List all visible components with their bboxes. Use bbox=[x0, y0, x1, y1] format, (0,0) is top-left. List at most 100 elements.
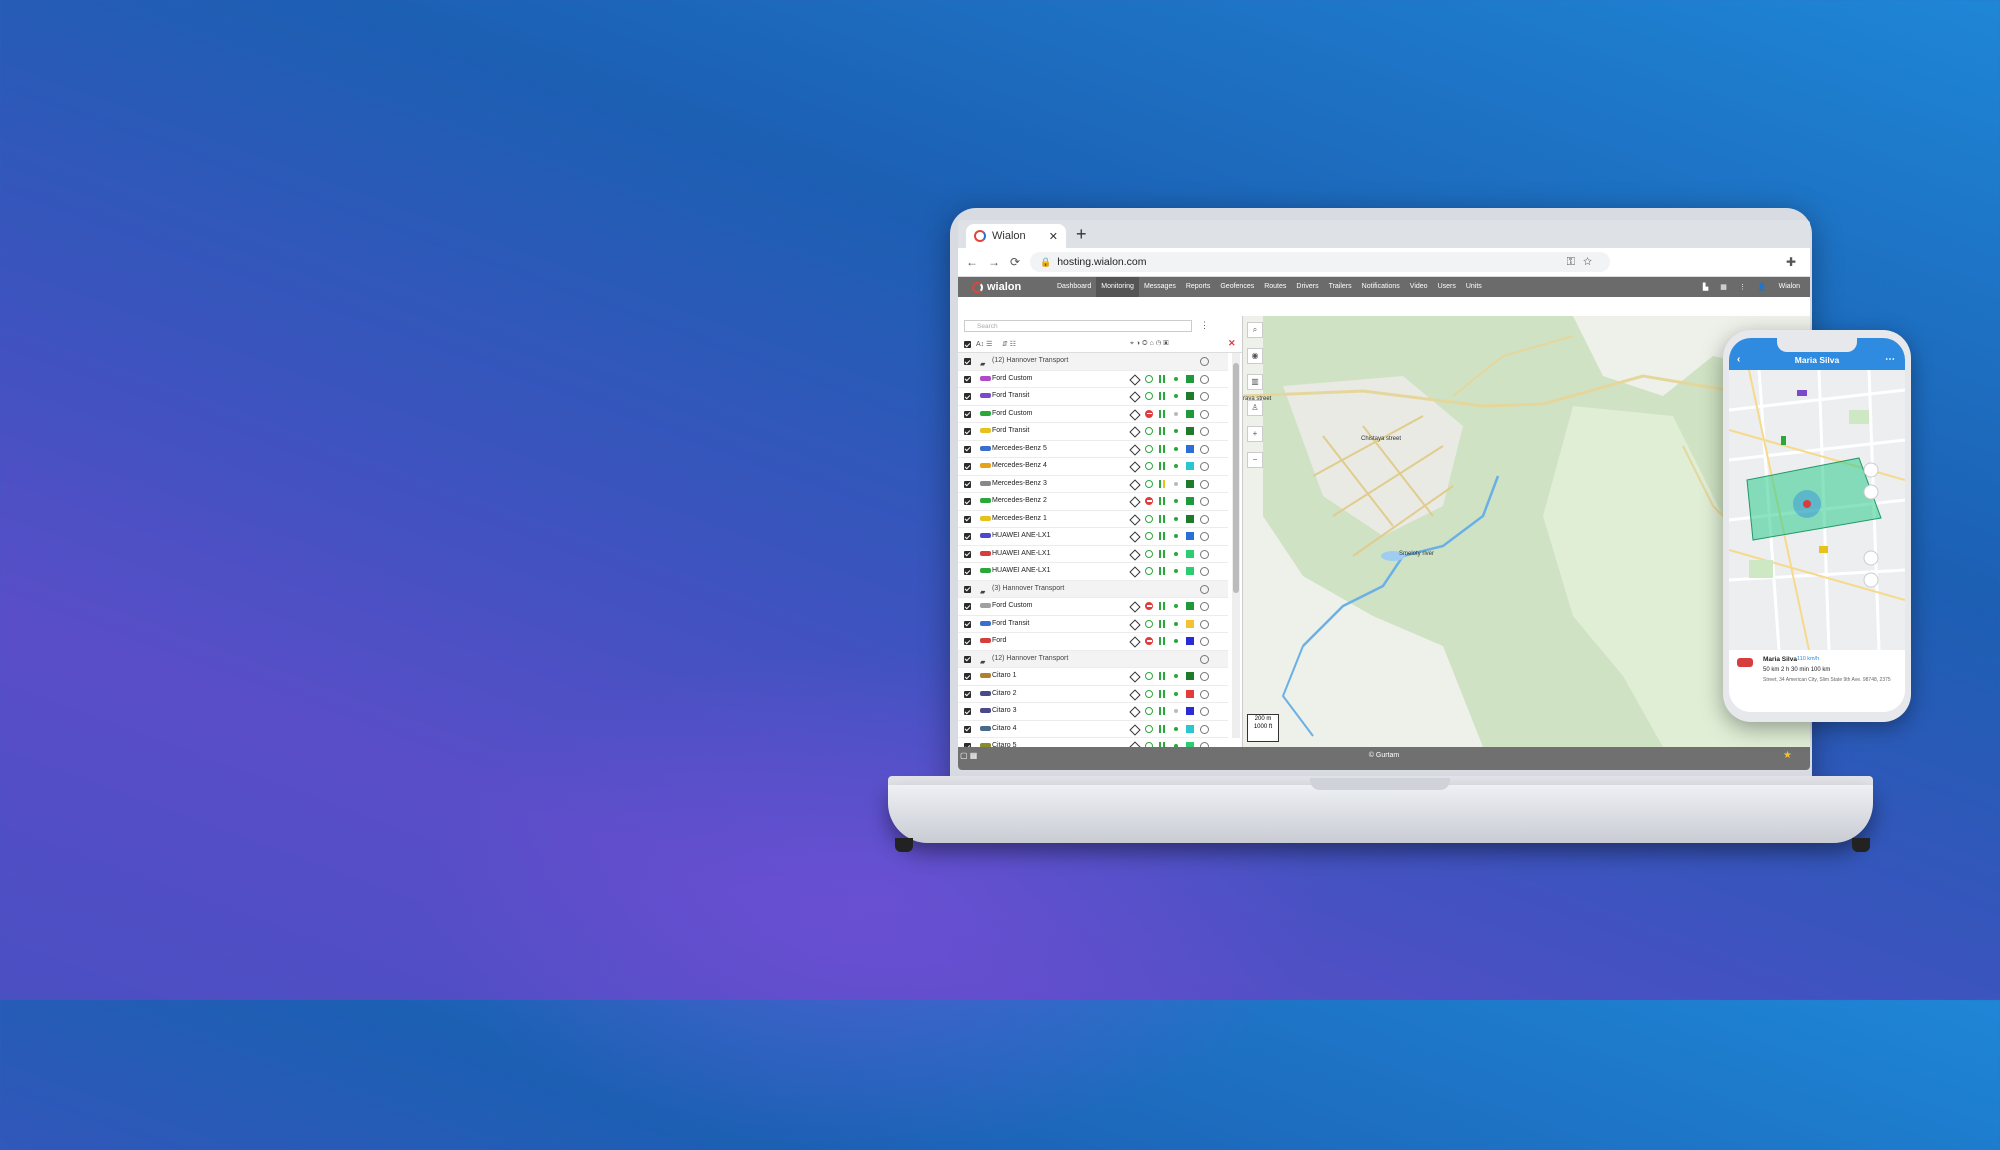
nav-buttons[interactable]: ←→⟳ bbox=[966, 255, 1030, 269]
row-checkbox[interactable] bbox=[964, 358, 971, 365]
commands-icon[interactable] bbox=[1200, 584, 1209, 594]
row-checkbox[interactable] bbox=[964, 725, 971, 733]
unit-row[interactable]: Mercedes-Benz 5 bbox=[958, 441, 1228, 458]
locate-icon[interactable] bbox=[1129, 496, 1141, 508]
extensions-icon[interactable]: ✚ bbox=[1786, 255, 1796, 269]
locate-icon[interactable] bbox=[1129, 636, 1141, 648]
unit-group-row[interactable]: ▰ (3) Hannover Transport bbox=[958, 580, 1228, 598]
locate-icon[interactable] bbox=[1129, 723, 1141, 736]
select-all-checkbox[interactable] bbox=[964, 341, 971, 348]
menu-item-units[interactable]: Units bbox=[1461, 277, 1487, 297]
commands-icon[interactable] bbox=[1200, 637, 1209, 646]
unit-row[interactable]: HUAWEI ANE-LX1 bbox=[958, 528, 1228, 546]
locate-icon[interactable] bbox=[1129, 548, 1141, 561]
menu-item-monitoring[interactable]: Monitoring bbox=[1096, 277, 1139, 297]
row-checkbox[interactable] bbox=[964, 463, 971, 470]
locate-icon[interactable] bbox=[1129, 426, 1141, 438]
commands-icon[interactable] bbox=[1200, 567, 1209, 576]
unit-row[interactable]: Ford Transit bbox=[958, 388, 1228, 406]
commands-icon[interactable] bbox=[1200, 724, 1209, 734]
unit-row[interactable]: HUAWEI ANE-LX1 bbox=[958, 546, 1228, 563]
commands-icon[interactable] bbox=[1200, 707, 1209, 716]
commands-icon[interactable] bbox=[1200, 392, 1209, 401]
locate-icon[interactable] bbox=[1129, 688, 1141, 701]
row-checkbox[interactable] bbox=[964, 603, 971, 610]
key-star-icons[interactable]: ⚿☆ bbox=[1567, 256, 1600, 269]
commands-icon[interactable] bbox=[1200, 672, 1209, 681]
unit-row[interactable]: Mercedes-Benz 3 bbox=[958, 476, 1228, 493]
search-icon[interactable]: ⌕ bbox=[1247, 322, 1263, 338]
row-checkbox[interactable] bbox=[964, 393, 971, 400]
eye-icon[interactable]: ◉ bbox=[1247, 348, 1263, 364]
expand-icon[interactable]: ⇵ ☷ bbox=[1002, 340, 1016, 348]
locate-icon[interactable] bbox=[1129, 461, 1141, 473]
unit-row[interactable]: Ford Custom bbox=[958, 598, 1228, 616]
commands-icon[interactable] bbox=[1200, 689, 1209, 699]
star-icon[interactable]: ★ bbox=[1783, 747, 1792, 764]
row-checkbox[interactable] bbox=[964, 550, 971, 558]
locate-icon[interactable] bbox=[1129, 408, 1141, 421]
commands-icon[interactable] bbox=[1200, 374, 1209, 384]
columns-icons[interactable]: ⌖ ◑ ◎ ⌂ ◷ ▣ bbox=[1130, 340, 1169, 348]
unit-group-row[interactable]: ▰ (12) Hannover Transport bbox=[958, 650, 1228, 668]
row-checkbox[interactable] bbox=[964, 375, 971, 383]
layers-icon[interactable]: ▥ bbox=[1247, 374, 1263, 390]
row-checkbox[interactable] bbox=[964, 568, 971, 575]
commands-icon[interactable] bbox=[1200, 654, 1209, 664]
menu-item-trailers[interactable]: Trailers bbox=[1324, 277, 1357, 297]
row-checkbox[interactable] bbox=[964, 428, 971, 435]
search-input[interactable]: Search bbox=[964, 320, 1192, 332]
unit-row[interactable]: Citaro 2 bbox=[958, 686, 1228, 703]
unit-row[interactable]: Ford Custom bbox=[958, 371, 1228, 388]
commands-icon[interactable] bbox=[1200, 532, 1209, 541]
unit-row[interactable]: Mercedes-Benz 2 bbox=[958, 493, 1228, 511]
row-checkbox[interactable] bbox=[964, 708, 971, 715]
phone-map[interactable] bbox=[1729, 370, 1905, 650]
commands-icon[interactable] bbox=[1200, 619, 1209, 629]
locate-icon[interactable] bbox=[1129, 531, 1141, 543]
locate-icon[interactable] bbox=[1129, 373, 1141, 386]
panel-toggle-icon[interactable]: ▢ ▦ bbox=[960, 747, 977, 764]
commands-icon[interactable] bbox=[1200, 497, 1209, 506]
new-tab-button[interactable]: + bbox=[1076, 224, 1087, 245]
unit-row[interactable]: Ford Transit bbox=[958, 423, 1228, 441]
commands-icon[interactable] bbox=[1200, 602, 1209, 611]
unit-row[interactable]: Ford bbox=[958, 633, 1228, 651]
panel-scrollbar[interactable] bbox=[1232, 353, 1240, 738]
unit-row[interactable]: Mercedes-Benz 1 bbox=[958, 511, 1228, 528]
url-field[interactable]: 🔒 hosting.wialon.com ⚿☆ bbox=[1030, 252, 1610, 272]
menu-item-notifications[interactable]: Notifications bbox=[1357, 277, 1405, 297]
row-checkbox[interactable] bbox=[964, 673, 971, 680]
locate-icon[interactable] bbox=[1129, 443, 1141, 456]
locate-icon[interactable] bbox=[1129, 601, 1141, 613]
unit-row[interactable]: Citaro 3 bbox=[958, 703, 1228, 721]
row-checkbox[interactable] bbox=[964, 690, 971, 698]
locate-icon[interactable] bbox=[1129, 671, 1141, 683]
person-icon[interactable]: ♙ bbox=[1247, 400, 1263, 416]
unit-row[interactable]: Citaro 4 bbox=[958, 721, 1228, 738]
apps-grid-icon[interactable]: ▦ bbox=[1720, 283, 1727, 291]
commands-icon[interactable] bbox=[1200, 357, 1209, 366]
close-icon[interactable]: ✕ bbox=[1228, 338, 1236, 349]
chart-icon[interactable]: ▙ bbox=[1703, 283, 1708, 291]
zoom-in-button[interactable]: + bbox=[1247, 426, 1263, 442]
commands-icon[interactable] bbox=[1200, 444, 1209, 454]
row-checkbox[interactable] bbox=[964, 585, 971, 593]
commands-icon[interactable] bbox=[1200, 479, 1209, 489]
commands-icon[interactable] bbox=[1200, 409, 1209, 419]
row-checkbox[interactable] bbox=[964, 638, 971, 645]
panel-menu-icon[interactable]: ⋮ bbox=[1200, 320, 1209, 331]
row-checkbox[interactable] bbox=[964, 480, 971, 488]
menu-item-reports[interactable]: Reports bbox=[1181, 277, 1216, 297]
row-checkbox[interactable] bbox=[964, 515, 971, 523]
more-icon[interactable]: ⋮ bbox=[1739, 283, 1746, 291]
menu-item-messages[interactable]: Messages bbox=[1139, 277, 1181, 297]
locate-icon[interactable] bbox=[1129, 478, 1141, 491]
commands-icon[interactable] bbox=[1200, 549, 1209, 559]
row-checkbox[interactable] bbox=[964, 445, 971, 453]
commands-icon[interactable] bbox=[1200, 514, 1209, 524]
row-checkbox[interactable] bbox=[964, 533, 971, 540]
commands-icon[interactable] bbox=[1200, 462, 1209, 471]
unit-row[interactable]: Ford Custom bbox=[958, 406, 1228, 423]
row-checkbox[interactable] bbox=[964, 655, 971, 663]
